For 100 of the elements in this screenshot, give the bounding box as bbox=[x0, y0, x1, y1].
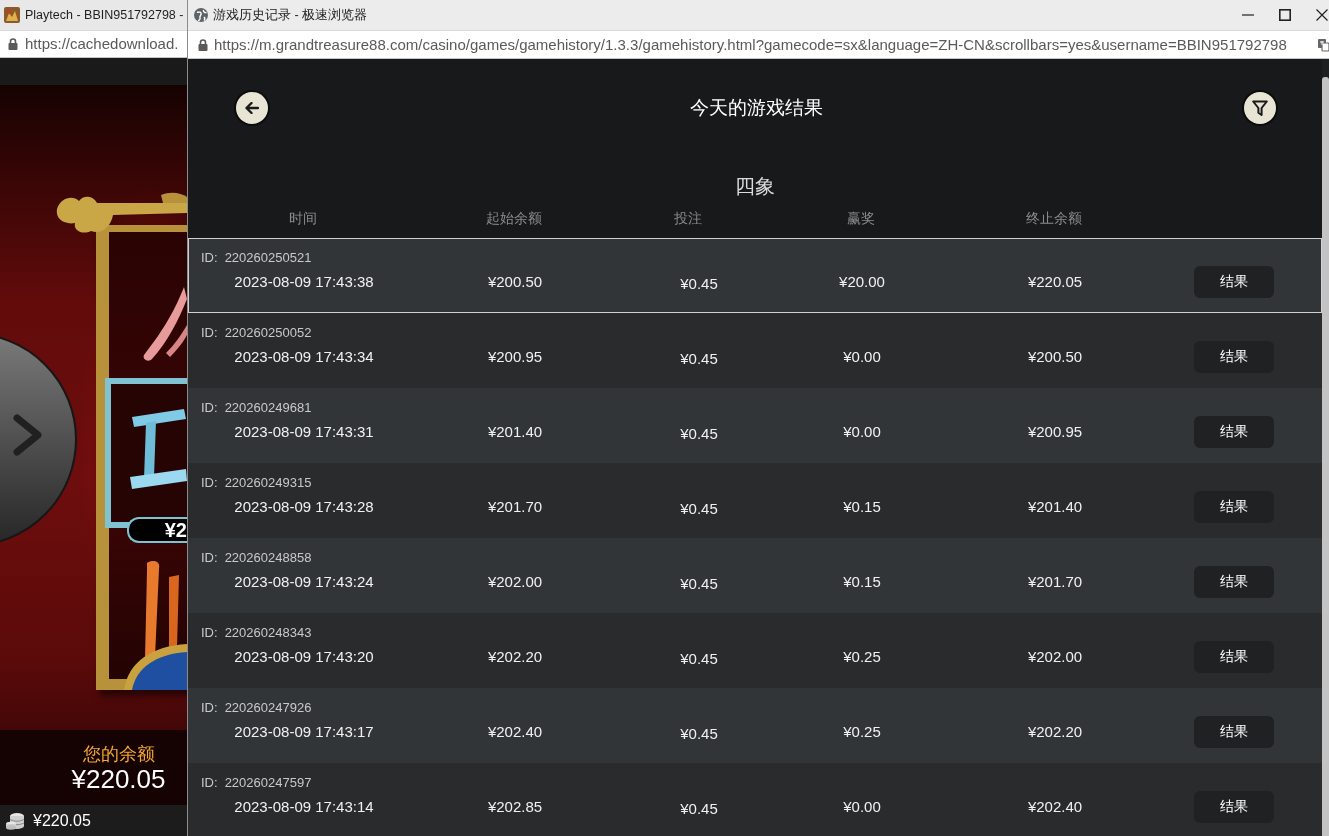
id-label: ID: bbox=[201, 325, 218, 341]
table-cell: ¥201.70 bbox=[1027, 572, 1083, 592]
id-label: ID: bbox=[201, 775, 218, 791]
column-header: 终止余额 bbox=[1026, 209, 1082, 227]
status-balance: ¥220.05 bbox=[33, 811, 91, 830]
lock-icon bbox=[198, 38, 208, 51]
chevron-right-icon bbox=[13, 414, 42, 456]
history-row[interactable]: ID: 220260248343 2023-08-09 17:43:20 ¥202.20 ¥0.45 ¥0.25 ¥202.00 结果 bbox=[188, 613, 1322, 688]
table-cell: ¥0.45 bbox=[680, 349, 718, 369]
filter-icon bbox=[1252, 99, 1268, 117]
history-row[interactable]: ID: 220260250521 2023-08-09 17:43:38 ¥200.50 ¥0.45 ¥20.00 ¥220.05 结果 bbox=[188, 238, 1322, 313]
result-button[interactable]: 结果 bbox=[1194, 566, 1274, 598]
id-label: ID: bbox=[201, 550, 218, 566]
address-text: https://cachedownload. bbox=[25, 35, 179, 53]
table-cell: ¥20.00 bbox=[839, 272, 885, 292]
table-cell: ¥200.50 bbox=[1027, 347, 1083, 367]
history-row[interactable]: ID: 220260247926 2023-08-09 17:43:17 ¥202.40 ¥0.45 ¥0.25 ¥202.20 结果 bbox=[188, 688, 1322, 763]
table-cell: ¥201.40 bbox=[1027, 497, 1083, 517]
balance-label: 您的余额 bbox=[82, 742, 155, 765]
table-cell: ¥202.85 bbox=[487, 797, 543, 817]
table-cell: 2023-08-09 17:43:38 bbox=[234, 272, 374, 292]
table-cell: ¥0.25 bbox=[843, 647, 881, 667]
game-logo-icon bbox=[4, 7, 20, 23]
result-button[interactable]: 结果 bbox=[1194, 341, 1274, 373]
table-cell: ¥0.45 bbox=[680, 274, 718, 294]
table-cell: ¥200.50 bbox=[487, 272, 543, 292]
column-header: 投注 bbox=[674, 209, 702, 227]
round-id: 220260250052 bbox=[224, 325, 312, 341]
table-cell: 2023-08-09 17:43:28 bbox=[234, 497, 374, 517]
column-header: 时间 bbox=[289, 209, 317, 227]
lock-icon bbox=[8, 38, 18, 50]
history-row[interactable]: ID: 220260248858 2023-08-09 17:43:24 ¥202.00 ¥0.45 ¥0.15 ¥201.70 结果 bbox=[188, 538, 1322, 613]
address-bar[interactable]: https://cachedownload. bbox=[0, 30, 187, 58]
result-button[interactable]: 结果 bbox=[1194, 491, 1274, 523]
table-cell: 2023-08-09 17:43:17 bbox=[234, 722, 374, 742]
table-cell: ¥0.45 bbox=[680, 649, 718, 669]
round-id: 220260248343 bbox=[224, 625, 312, 641]
table-cell: ¥0.45 bbox=[680, 499, 718, 519]
result-button[interactable]: 结果 bbox=[1194, 641, 1274, 673]
id-label: ID: bbox=[201, 475, 218, 491]
table-cell: ¥220.05 bbox=[1027, 272, 1083, 292]
table-cell: ¥202.00 bbox=[487, 572, 543, 592]
table-cell: ¥0.15 bbox=[843, 497, 881, 517]
history-row[interactable]: ID: 220260249681 2023-08-09 17:43:31 ¥201.40 ¥0.45 ¥0.00 ¥200.95 结果 bbox=[188, 388, 1322, 463]
round-id: 220260249315 bbox=[224, 475, 312, 491]
id-label: ID: bbox=[201, 400, 218, 416]
round-id: 220260248858 bbox=[224, 550, 312, 566]
table-cell: ¥201.70 bbox=[487, 497, 543, 517]
table-cell: ¥202.40 bbox=[1027, 797, 1083, 817]
table-cell: ¥201.40 bbox=[487, 422, 543, 442]
globe-icon bbox=[194, 8, 208, 22]
table-cell: ¥0.45 bbox=[680, 724, 718, 744]
result-button[interactable]: 结果 bbox=[1194, 791, 1274, 823]
history-row[interactable]: ID: 220260247597 2023-08-09 17:43:14 ¥202.85 ¥0.45 ¥0.00 ¥202.40 结果 bbox=[188, 763, 1322, 836]
game-name: 四象 bbox=[735, 174, 775, 199]
window-title: 游戏历史记录 - 极速浏览器 bbox=[213, 6, 368, 24]
close-icon[interactable] bbox=[1316, 9, 1328, 21]
round-id: 220260249681 bbox=[224, 400, 312, 416]
balance-amount: ¥220.05 bbox=[71, 764, 166, 793]
table-cell: 2023-08-09 17:43:14 bbox=[234, 797, 374, 817]
filter-button[interactable] bbox=[1244, 92, 1276, 124]
round-id: 220260247926 bbox=[224, 700, 312, 716]
table-cell: ¥202.20 bbox=[1027, 722, 1083, 742]
table-cell: ¥0.45 bbox=[680, 424, 718, 444]
round-id: 220260250521 bbox=[224, 250, 312, 266]
column-header: 起始余额 bbox=[486, 209, 542, 227]
id-label: ID: bbox=[201, 700, 218, 716]
table-cell: 2023-08-09 17:43:34 bbox=[234, 347, 374, 367]
table-cell: ¥0.00 bbox=[843, 347, 881, 367]
arrow-left-icon bbox=[245, 102, 259, 114]
result-button[interactable]: 结果 bbox=[1194, 266, 1274, 298]
table-cell: ¥202.40 bbox=[487, 722, 543, 742]
coin-stack-icon bbox=[5, 811, 25, 830]
table-cell: 2023-08-09 17:43:24 bbox=[234, 572, 374, 592]
win-amount-tag: ¥2 bbox=[127, 517, 187, 543]
table-cell: ¥0.00 bbox=[843, 797, 881, 817]
result-button[interactable]: 结果 bbox=[1194, 716, 1274, 748]
back-button[interactable] bbox=[236, 92, 268, 124]
table-cell: ¥202.00 bbox=[1027, 647, 1083, 667]
table-cell: ¥200.95 bbox=[487, 347, 543, 367]
history-row[interactable]: ID: 220260250052 2023-08-09 17:43:34 ¥200.95 ¥0.45 ¥0.00 ¥200.50 结果 bbox=[188, 313, 1322, 388]
round-id: 220260247597 bbox=[224, 775, 312, 791]
table-cell: ¥0.45 bbox=[680, 574, 718, 594]
id-label: ID: bbox=[201, 250, 218, 266]
table-cell: ¥0.45 bbox=[680, 799, 718, 819]
address-bar[interactable]: https://m.grandtreasure88.com/casino/games/gamehistory/1.3.3/gamehistory.html?gamecode=sx&language=ZH-CN&scrollbars=yes&username=BBIN951792798 bbox=[188, 30, 1329, 59]
page-title: 今天的游戏结果 bbox=[689, 96, 823, 120]
table-cell: ¥200.95 bbox=[1027, 422, 1083, 442]
id-label: ID: bbox=[201, 625, 218, 641]
history-row[interactable]: ID: 220260249315 2023-08-09 17:43:28 ¥201.70 ¥0.45 ¥0.15 ¥201.40 结果 bbox=[188, 463, 1322, 538]
table-cell: ¥202.20 bbox=[487, 647, 543, 667]
tab-title[interactable]: Playtech - BBIN951792798 - bbox=[25, 7, 184, 23]
maximize-icon[interactable] bbox=[1279, 9, 1291, 21]
address-text: https://m.grandtreasure88.com/casino/games/gamehistory/1.3.3/gamehistory.html?gamecode=sx&language=ZH-CN&scrollbars=yes&username=BBIN951792798 bbox=[214, 35, 1287, 54]
table-cell: ¥0.25 bbox=[843, 722, 881, 742]
table-cell: 2023-08-09 17:43:20 bbox=[234, 647, 374, 667]
translate-icon[interactable] bbox=[1318, 37, 1329, 52]
table-cell: ¥0.15 bbox=[843, 572, 881, 592]
table-cell: ¥0.00 bbox=[843, 422, 881, 442]
result-button[interactable]: 结果 bbox=[1194, 416, 1274, 448]
